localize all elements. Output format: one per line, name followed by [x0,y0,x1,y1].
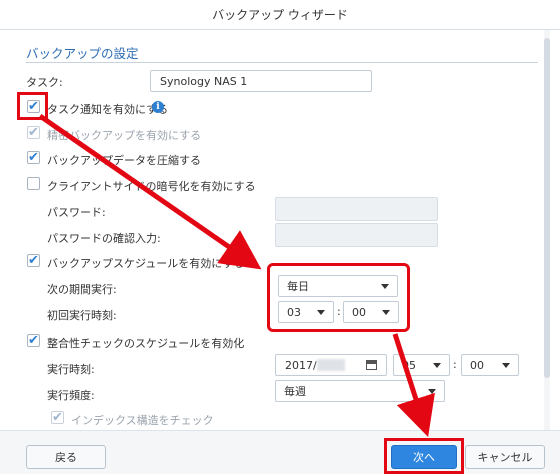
annotation-arrows [38,113,435,438]
annotation-arrow-2 [392,333,435,438]
annotation-arrow-1 [38,113,262,270]
